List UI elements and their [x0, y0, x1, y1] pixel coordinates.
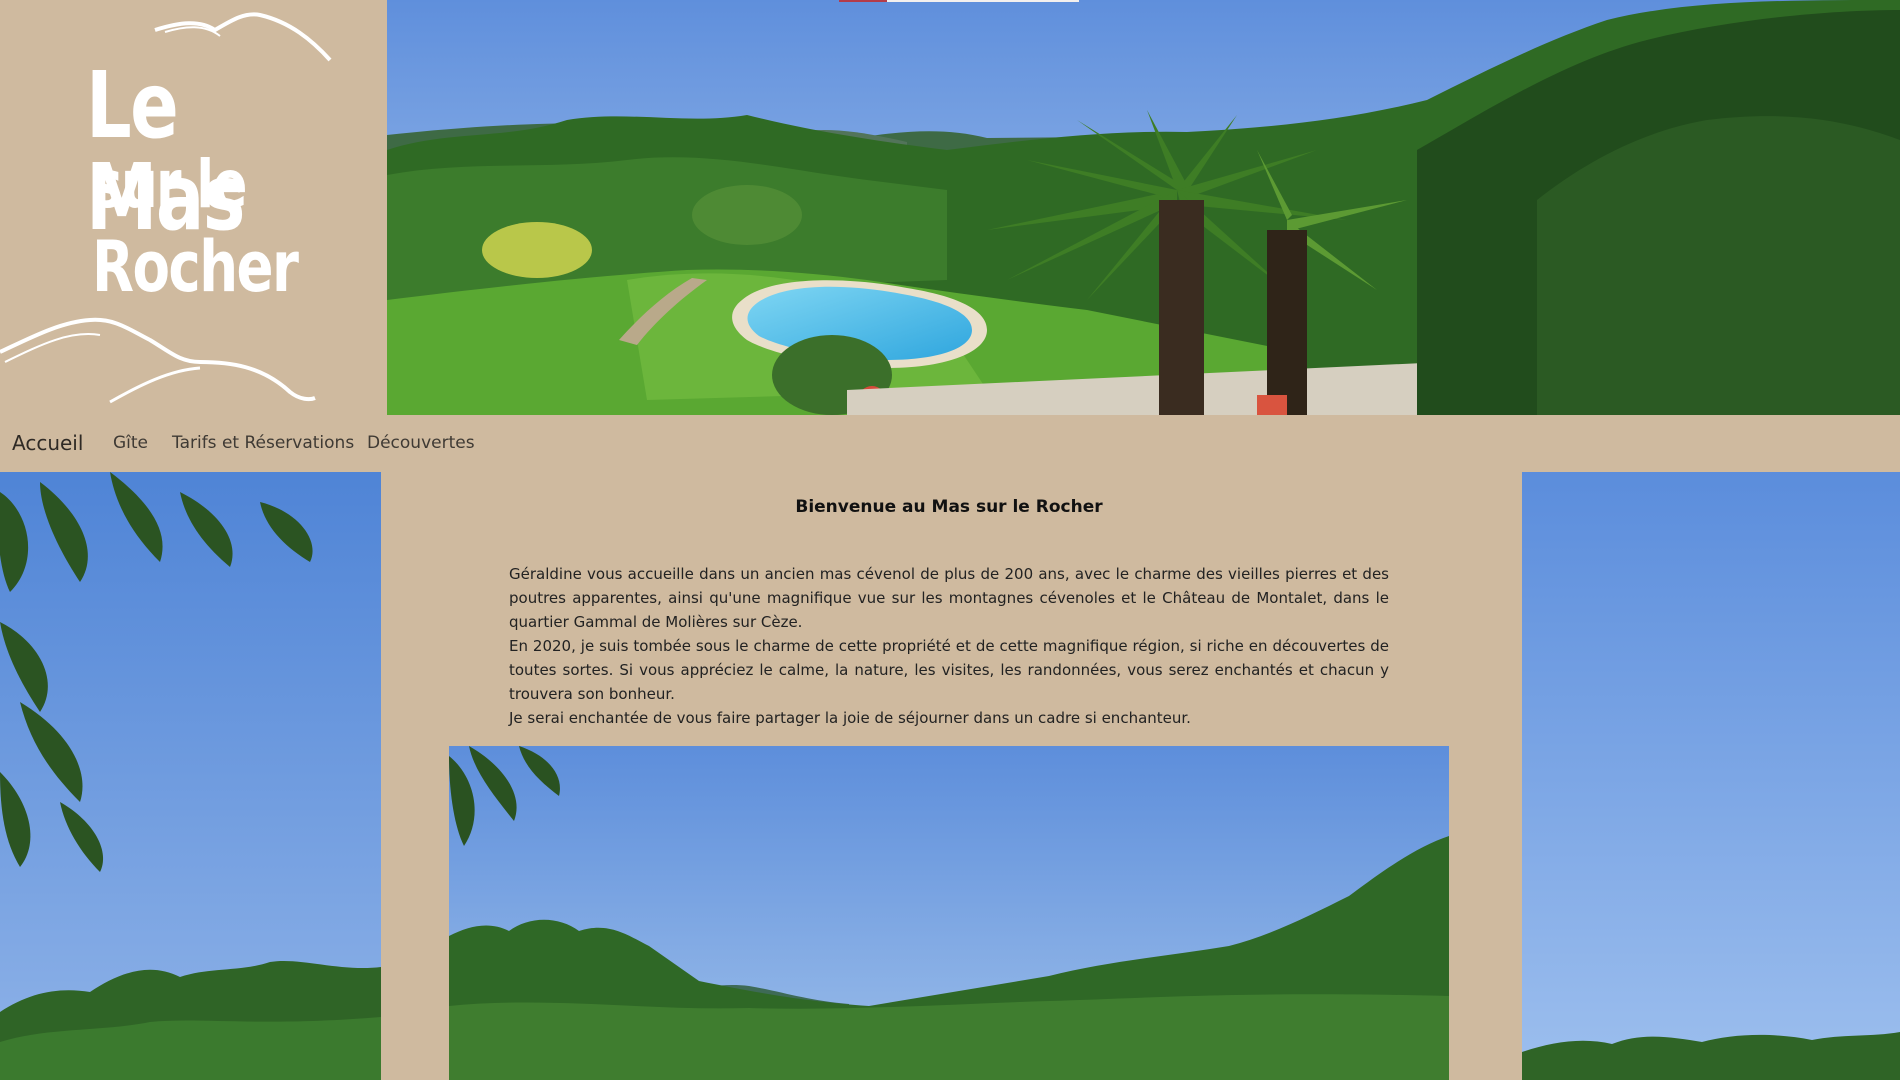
intro-text: Géraldine vous accueille dans un ancien …: [509, 562, 1389, 730]
nav-item-gite[interactable]: Gîte: [113, 433, 148, 453]
logo-line-2: sur le: [92, 146, 247, 223]
nav-item-decouvertes[interactable]: Découvertes: [367, 433, 475, 453]
main-content: Bienvenue au Mas sur le Rocher Géraldine…: [381, 472, 1522, 1080]
page-title: Bienvenue au Mas sur le Rocher: [795, 497, 1103, 517]
intro-paragraph: En 2020, je suis tombée sous le charme d…: [509, 637, 1389, 703]
nav-item-accueil[interactable]: Accueil: [12, 431, 83, 455]
intro-paragraph: Géraldine vous accueille dans un ancien …: [509, 565, 1389, 631]
right-background-photo: [1522, 472, 1900, 1080]
left-background-photo: [0, 472, 381, 1080]
top-accent-bar: [839, 0, 1079, 2]
intro-paragraph: Je serai enchantée de vous faire partage…: [509, 709, 1191, 727]
main-navigation: Accueil Gîte Tarifs et Réservations Déco…: [0, 415, 1900, 472]
nav-item-tarifs-reservations[interactable]: Tarifs et Réservations: [172, 433, 354, 453]
logo-line-3: Rocher: [92, 226, 299, 308]
landscape-photo: [449, 746, 1449, 1080]
hero-banner-photo: [387, 0, 1900, 415]
site-logo[interactable]: Le Mas sur le Rocher: [0, 0, 387, 415]
